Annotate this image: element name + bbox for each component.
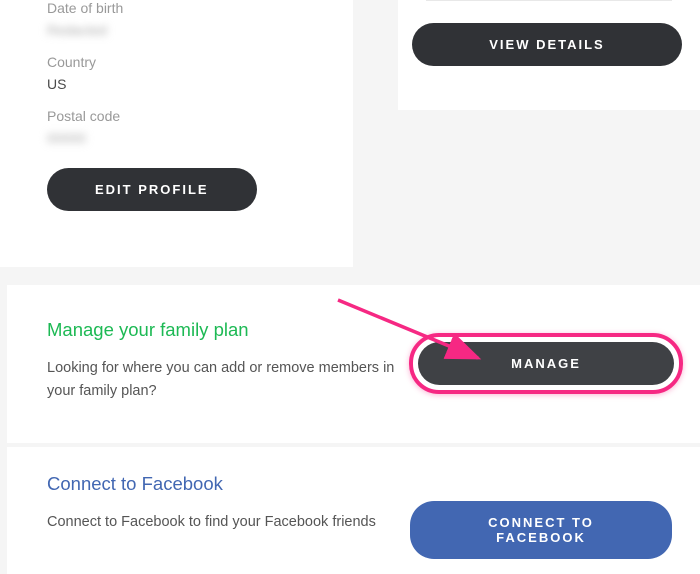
dob-label: Date of birth: [47, 0, 353, 16]
subscription-card: VIEW DETAILS: [398, 0, 700, 110]
facebook-card: Connect to Facebook Connect to Facebook …: [7, 447, 700, 574]
edit-profile-button[interactable]: EDIT PROFILE: [47, 168, 257, 211]
dob-value: Redacted: [47, 22, 353, 38]
dob-field: Date of birth Redacted: [0, 0, 353, 38]
profile-card: Date of birth Redacted Country US Postal…: [0, 0, 353, 267]
country-label: Country: [47, 54, 353, 70]
postal-field: Postal code 00000: [0, 108, 353, 146]
postal-value: 00000: [47, 130, 353, 146]
country-field: Country US: [0, 54, 353, 92]
family-plan-description: Looking for where you can add or remove …: [47, 357, 397, 403]
divider: [426, 0, 672, 1]
postal-label: Postal code: [47, 108, 353, 124]
view-details-button[interactable]: VIEW DETAILS: [412, 23, 682, 66]
facebook-description: Connect to Facebook to find your Faceboo…: [47, 511, 407, 534]
facebook-button-wrap: CONNECT TO FACEBOOK: [410, 501, 672, 559]
connect-facebook-button[interactable]: CONNECT TO FACEBOOK: [410, 501, 672, 559]
family-plan-card: Manage your family plan Looking for wher…: [7, 285, 700, 443]
annotation-highlight-box: MANAGE: [409, 333, 683, 394]
facebook-title: Connect to Facebook: [47, 473, 700, 495]
manage-button[interactable]: MANAGE: [418, 342, 674, 385]
country-value: US: [47, 76, 353, 92]
